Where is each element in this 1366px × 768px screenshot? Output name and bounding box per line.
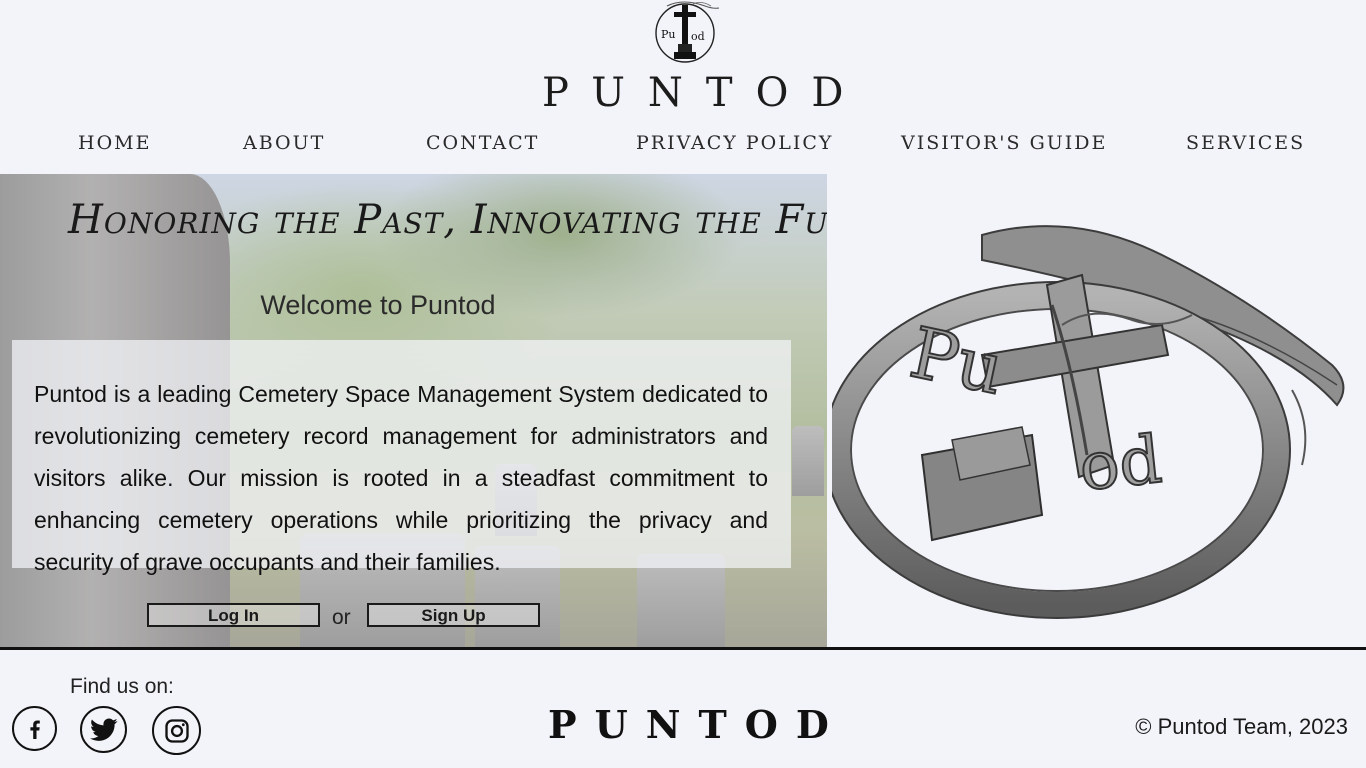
footer-brand: PUNTOD [548,702,847,747]
nav-home[interactable]: HOME [78,128,151,158]
mission-box: Puntod is a leading Cemetery Space Manag… [12,340,791,575]
nav-visitors-guide[interactable]: VISITOR'S GUIDE [901,128,1107,158]
twitter-icon[interactable] [80,706,127,753]
find-us-label: Find us on: [70,675,174,698]
login-button[interactable]: Log In [147,603,320,627]
nav-services[interactable]: SERVICES [1186,128,1305,158]
instagram-icon[interactable] [152,706,201,755]
facebook-icon[interactable] [12,706,57,751]
nav-contact[interactable]: CONTACT [426,128,539,158]
mission-text: Puntod is a leading Cemetery Space Manag… [34,381,768,575]
puntod-3d-render: Pu od [823,215,1362,625]
svg-text:od: od [691,30,705,43]
copyright-text: © Puntod Team, 2023 [1135,714,1348,739]
brand-title: PUNTOD [542,70,867,116]
welcome-heading: Welcome to Puntod [260,290,496,320]
footer-divider [0,647,1366,650]
svg-text:Pu: Pu [661,28,676,41]
logo-emblem[interactable]: Pu od [653,0,723,66]
or-label: or [332,606,351,629]
hero-section: Honoring the Past, Innovating the Future… [0,174,827,648]
main-nav: HOME ABOUT CONTACT PRIVACY POLICY VISITO… [0,128,1366,158]
svg-text:Pu: Pu [903,311,1010,410]
hero-tagline: Honoring the Past, Innovating the Future [68,197,827,243]
signup-button[interactable]: Sign Up [367,603,540,627]
svg-text:od: od [1076,421,1166,506]
nav-about[interactable]: ABOUT [243,128,325,158]
nav-privacy-policy[interactable]: PRIVACY POLICY [636,128,833,158]
